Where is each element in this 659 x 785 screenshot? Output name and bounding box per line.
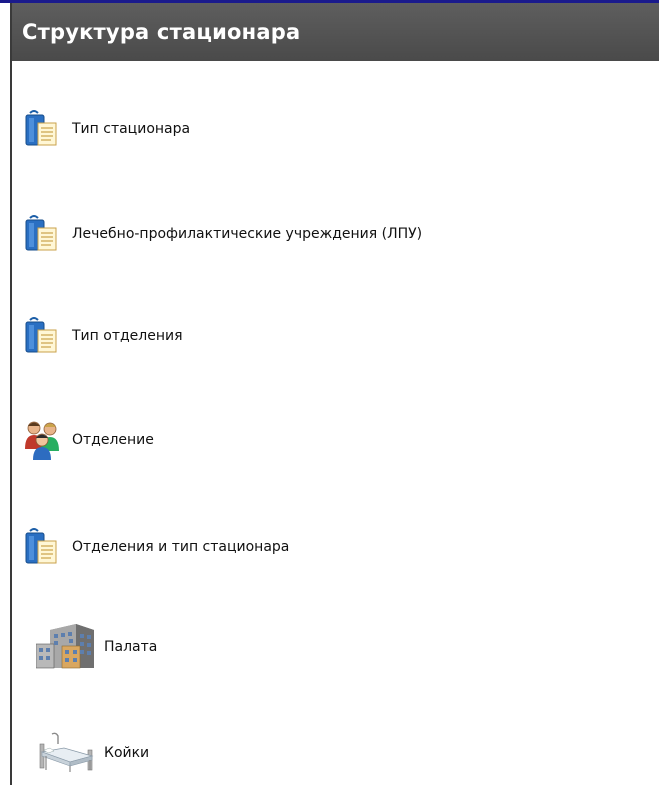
menu-item-label: Лечебно-профилактические учреждения (ЛПУ… xyxy=(72,226,423,242)
menu-item-label: Тип отделения xyxy=(72,328,183,344)
document-folder-icon xyxy=(12,105,72,153)
hospital-structure-panel: Структура стационара Тип стационара Лече… xyxy=(10,3,659,785)
menu-item-label: Койки xyxy=(104,745,150,761)
menu-item-label: Отделение xyxy=(72,432,154,448)
menu-item-label: Отделения и тип стационара xyxy=(72,539,290,555)
menu-item-medical-institutions[interactable]: Лечебно-профилактические учреждения (ЛПУ… xyxy=(12,210,422,258)
menu-item-label: Тип стационара xyxy=(72,121,191,137)
bed-icon xyxy=(12,729,104,777)
document-folder-icon xyxy=(12,210,72,258)
document-folder-icon xyxy=(12,523,72,571)
menu-item-beds[interactable]: Койки xyxy=(12,729,149,777)
menu-item-department-type[interactable]: Тип отделения xyxy=(12,312,183,360)
document-folder-icon xyxy=(12,312,72,360)
menu-item-ward[interactable]: Палата xyxy=(12,623,157,671)
people-group-icon xyxy=(12,416,72,464)
menu-item-hospital-type[interactable]: Тип стационара xyxy=(12,105,190,153)
building-icon xyxy=(12,623,104,671)
menu-item-department[interactable]: Отделение xyxy=(12,416,154,464)
panel-header: Структура стационара xyxy=(12,3,659,61)
panel-title: Структура стационара xyxy=(22,20,301,44)
menu-item-departments-and-hospital-type[interactable]: Отделения и тип стационара xyxy=(12,523,289,571)
menu-item-label: Палата xyxy=(104,639,158,655)
